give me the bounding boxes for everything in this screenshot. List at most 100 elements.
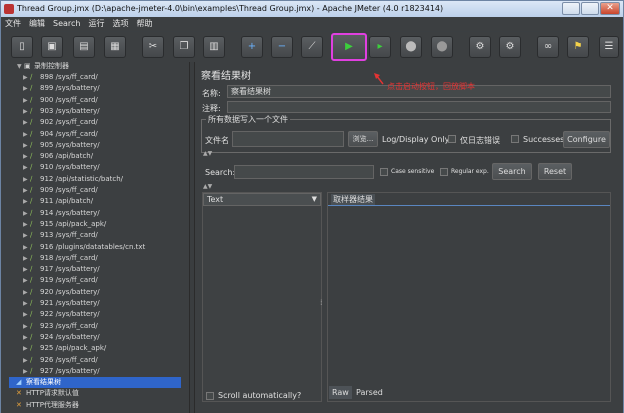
expand-arrow-icon[interactable]: ▶ — [23, 174, 30, 185]
tree-item-http-sampler[interactable]: ▶ ∕ 917 /sys/battery/ — [23, 264, 100, 275]
expand-arrow-icon[interactable]: ▶ — [23, 242, 30, 253]
expand-arrow-icon[interactable]: ▶ — [23, 162, 30, 173]
expand-arrow-icon[interactable]: ▶ — [23, 343, 30, 354]
maximize-button[interactable] — [581, 2, 599, 15]
menu-item[interactable]: 帮助 — [132, 19, 156, 28]
tree-item-http-sampler[interactable]: ▶ ∕ 925 /api/pack_apk/ — [23, 343, 106, 354]
successes-checkbox[interactable] — [511, 135, 519, 143]
collapse-icon[interactable]: − — [271, 36, 293, 58]
tab-raw[interactable]: Raw — [329, 386, 352, 399]
collapse-arrow-icon[interactable]: ▲▼ — [203, 183, 212, 190]
tree-item-http-sampler[interactable]: ▶ ∕ 914 /sys/battery/ — [23, 208, 100, 219]
cut-icon[interactable]: ✂ — [142, 36, 164, 58]
reset-button[interactable]: Reset — [538, 163, 572, 180]
minimize-button[interactable] — [562, 2, 580, 15]
shutdown-icon[interactable]: ⬤ — [431, 36, 453, 58]
expand-arrow-icon[interactable]: ▶ — [23, 83, 30, 94]
expand-arrow-icon[interactable]: ▼ — [17, 62, 24, 72]
expand-arrow-icon[interactable]: ▶ — [23, 253, 30, 264]
expand-arrow-icon[interactable]: ▶ — [23, 151, 30, 162]
expand-arrow-icon[interactable]: ▶ — [23, 129, 30, 140]
expand-arrow-icon[interactable]: ▶ — [23, 332, 30, 343]
tree-item-http-sampler[interactable]: ▶ ∕ 898 /sys/ff_card/ — [23, 72, 98, 83]
function-helper-icon[interactable]: ☰ — [599, 36, 619, 58]
stop-icon[interactable]: ⬤ — [400, 36, 422, 58]
regular-exp-checkbox[interactable] — [440, 168, 448, 176]
tree-item-http-sampler[interactable]: ▶ ∕ 924 /sys/battery/ — [23, 332, 100, 343]
expand-arrow-icon[interactable]: ▶ — [23, 185, 30, 196]
menu-item[interactable]: 选项 — [108, 19, 132, 28]
filename-input[interactable] — [232, 131, 344, 147]
tree-item-http-sampler[interactable]: ▶ ∕ 900 /sys/ff_card/ — [23, 95, 98, 106]
tree-item-http-sampler[interactable]: ▶ ∕ 906 /api/batch/ — [23, 151, 93, 162]
expand-arrow-icon[interactable]: ▶ — [23, 106, 30, 117]
expand-arrow-up-icon[interactable]: ▲▼ — [203, 150, 212, 157]
tab-sampler-result[interactable]: 取样器结果 — [331, 194, 375, 205]
tab-parsed[interactable]: Parsed — [353, 386, 386, 399]
tree-item-http-sampler[interactable]: ▶ ∕ 920 /sys/battery/ — [23, 287, 100, 298]
save-icon[interactable]: ▦ — [104, 36, 126, 58]
expand-arrow-icon[interactable]: ▶ — [23, 275, 30, 286]
search-binoculars-icon[interactable]: ∞ — [537, 36, 559, 58]
clear-icon[interactable]: ⚙ — [469, 36, 491, 58]
comment-field[interactable] — [227, 101, 611, 113]
start-no-pauses-icon[interactable]: ▸ — [369, 36, 391, 58]
tree-item-http-sampler[interactable]: ▶ ∕ 904 /sys/ff_card/ — [23, 129, 98, 140]
search-input[interactable] — [234, 165, 374, 179]
expand-arrow-icon[interactable]: ▶ — [23, 366, 30, 377]
menu-item[interactable]: 编辑 — [25, 19, 49, 28]
expand-arrow-icon[interactable]: ▶ — [23, 208, 30, 219]
expand-arrow-icon[interactable]: ▶ — [23, 230, 30, 241]
expand-arrow-icon[interactable]: ▶ — [23, 298, 30, 309]
tree-item-http-sampler[interactable]: ▶ ∕ 926 /sys/ff_card/ — [23, 355, 98, 366]
expand-arrow-icon[interactable]: ▶ — [23, 219, 30, 230]
tree-item-config[interactable]: ✕ HTTP代理服务器 — [9, 400, 79, 411]
tree-item-http-sampler[interactable]: ▶ ∕ 905 /sys/battery/ — [23, 140, 100, 151]
tree-item-view-results-tree[interactable]: ◢ 察看结果树 — [9, 377, 181, 389]
expand-arrow-icon[interactable]: ▶ — [23, 95, 30, 106]
pane-divider-handle[interactable]: ⁞ — [320, 298, 323, 307]
errors-only-checkbox[interactable] — [448, 135, 456, 143]
configure-button[interactable]: Configure — [563, 131, 610, 148]
tree-item-http-sampler[interactable]: ▶ ∕ 919 /sys/ff_card/ — [23, 275, 98, 286]
browse-button[interactable]: 浏览... — [348, 131, 378, 147]
copy-icon[interactable]: ❐ — [173, 36, 195, 58]
scroll-auto-checkbox[interactable] — [206, 392, 214, 400]
tree-item-http-sampler[interactable]: ▶ ∕ 899 /sys/battery/ — [23, 83, 100, 94]
expand-arrow-icon[interactable]: ▶ — [23, 140, 30, 151]
menu-item[interactable]: 文件 — [1, 19, 25, 28]
reset-search-broom-icon[interactable]: ⚑ — [567, 36, 589, 58]
toggle-icon[interactable]: ⟋ — [301, 36, 323, 58]
expand-arrow-icon[interactable]: ▶ — [23, 264, 30, 275]
tree-item-http-sampler[interactable]: ▶ ∕ 902 /sys/ff_card/ — [23, 117, 98, 128]
expand-arrow-icon[interactable]: ▶ — [23, 117, 30, 128]
open-icon[interactable]: ▤ — [73, 36, 95, 58]
menu-item[interactable]: Search — [49, 19, 84, 28]
paste-icon[interactable]: ▥ — [203, 36, 225, 58]
search-button[interactable]: Search — [492, 163, 532, 180]
tree-item-http-sampler[interactable]: ▶ ∕ 915 /api/pack_apk/ — [23, 219, 106, 230]
expand-arrow-icon[interactable]: ▶ — [23, 309, 30, 320]
tree-item-http-sampler[interactable]: ▶ ∕ 910 /sys/battery/ — [23, 162, 100, 173]
tree-item-http-sampler[interactable]: ▶ ∕ 922 /sys/battery/ — [23, 309, 100, 320]
expand-icon[interactable]: + — [241, 36, 263, 58]
tree-item-http-sampler[interactable]: ▶ ∕ 927 /sys/battery/ — [23, 366, 100, 377]
expand-arrow-icon[interactable]: ▶ — [23, 287, 30, 298]
tree-item-http-sampler[interactable]: ▶ ∕ 916 /plugins/datatables/cn.txt — [23, 242, 145, 253]
tree-item-http-sampler[interactable]: ▶ ∕ 903 /sys/battery/ — [23, 106, 100, 117]
templates-icon[interactable]: ▣ — [41, 36, 63, 58]
expand-arrow-icon[interactable]: ▶ — [23, 321, 30, 332]
case-sensitive-checkbox[interactable] — [380, 168, 388, 176]
tree-item-http-sampler[interactable]: ▶ ∕ 921 /sys/battery/ — [23, 298, 100, 309]
clear-all-icon[interactable]: ⚙ — [499, 36, 521, 58]
tree-item-http-sampler[interactable]: ▶ ∕ 923 /sys/ff_card/ — [23, 321, 98, 332]
expand-arrow-icon[interactable]: ▶ — [23, 72, 30, 83]
start-icon[interactable]: ▶ — [331, 33, 367, 61]
expand-arrow-icon[interactable]: ▶ — [23, 355, 30, 366]
tree-item-recording-controller[interactable]: ▼ ▣ 录制控制器 — [17, 62, 69, 72]
menu-item[interactable]: 运行 — [84, 19, 108, 28]
new-icon[interactable]: ▯ — [11, 36, 33, 58]
tree-item-config[interactable]: ✕ HTTP请求默认值 — [9, 388, 79, 399]
tree-item-http-sampler[interactable]: ▶ ∕ 909 /sys/ff_card/ — [23, 185, 98, 196]
tree-item-http-sampler[interactable]: ▶ ∕ 913 /sys/ff_card/ — [23, 230, 98, 241]
